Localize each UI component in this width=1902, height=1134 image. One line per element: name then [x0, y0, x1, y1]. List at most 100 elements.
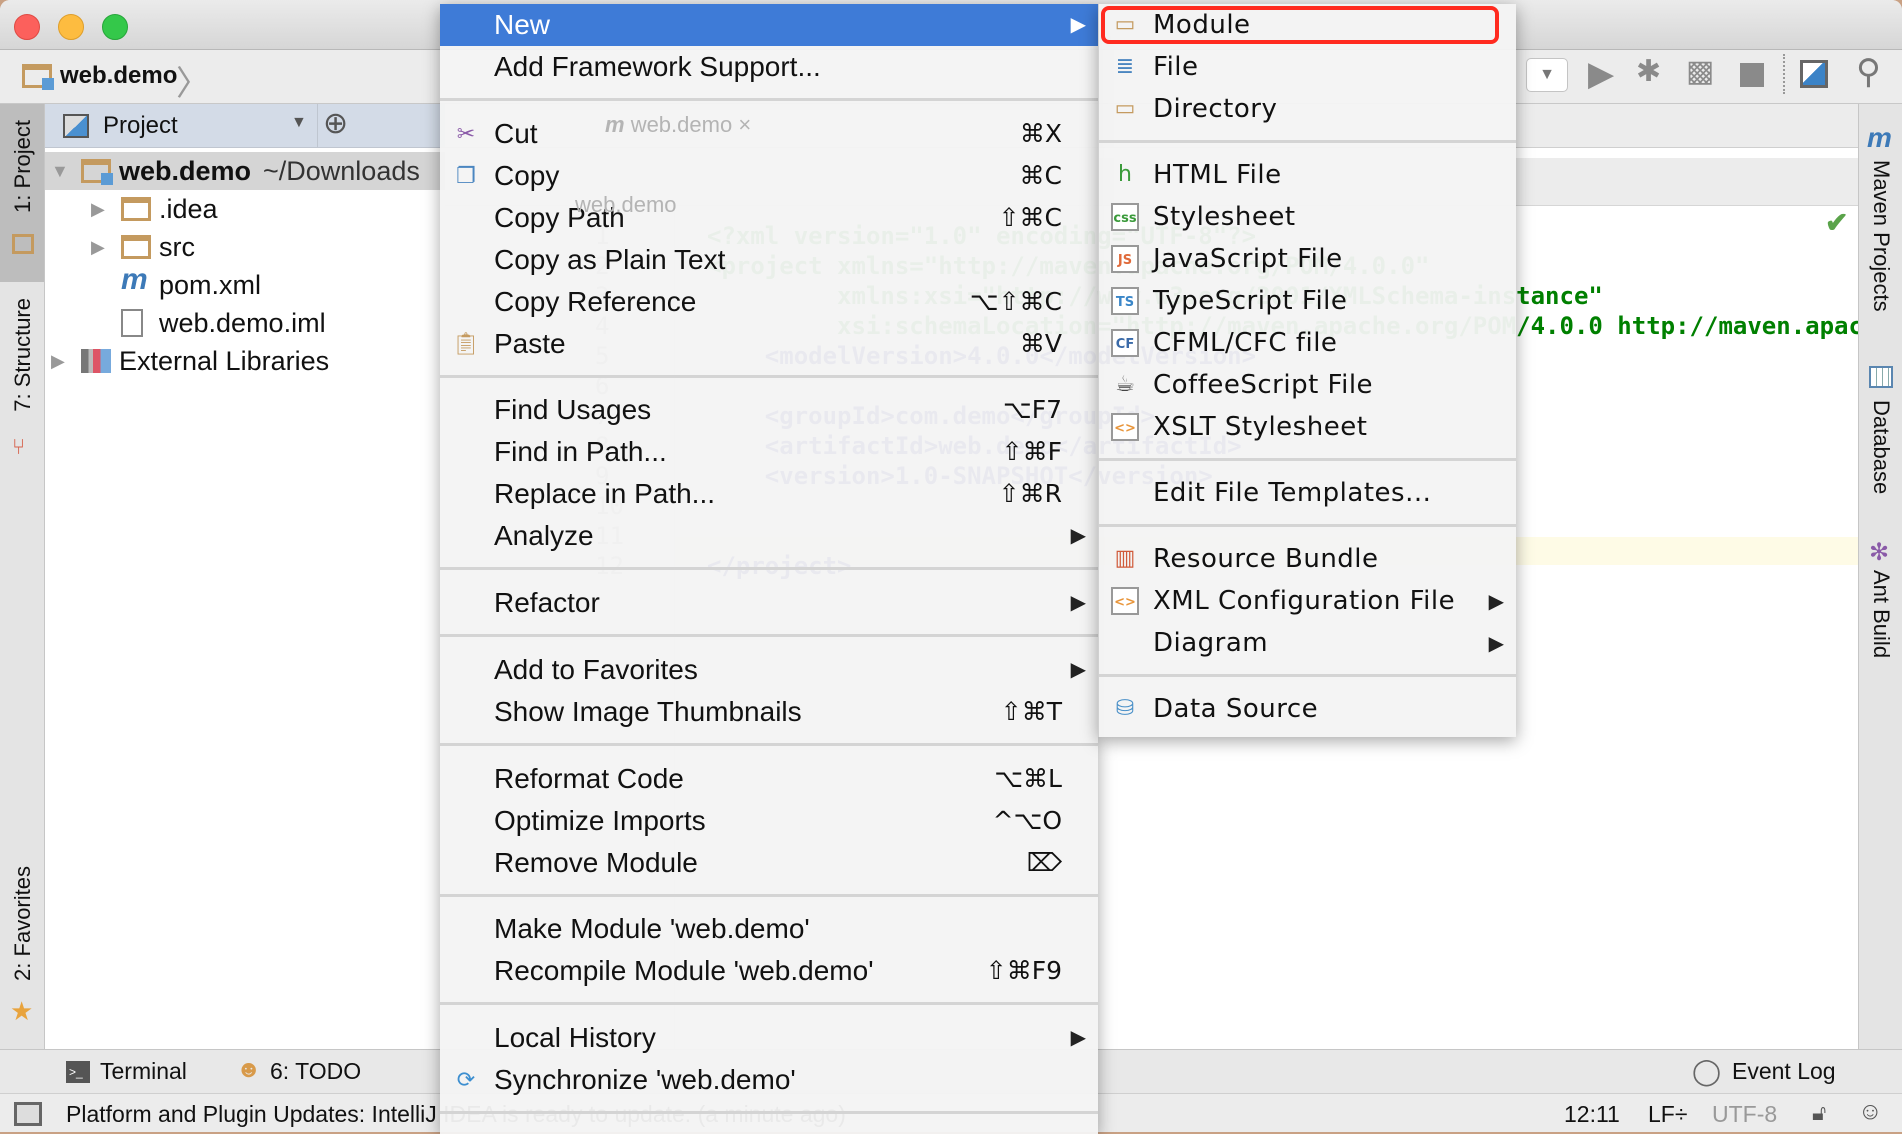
maven-projects-tool-button[interactable]: Maven Projects: [1868, 160, 1894, 312]
tool-windows-toggle-icon[interactable]: [14, 1102, 42, 1126]
menu-item-label: Resource Bundle: [1153, 544, 1379, 574]
menu-item-refactor[interactable]: Refactor ▶: [440, 582, 1098, 624]
run-icon[interactable]: ▶: [1588, 54, 1614, 94]
menu-item-paste[interactable]: 📋︎ Paste ⌘V: [440, 323, 1098, 365]
expanded-arrow-icon[interactable]: ▼: [51, 152, 69, 190]
tree-row-external-libraries[interactable]: ▶ External Libraries: [45, 342, 445, 380]
menu-item-label: JavaScript File: [1153, 244, 1343, 274]
context-menu: New ▶ Add Framework Support... ✂ Cut ⌘X ❐ Copy ⌘…: [440, 4, 1098, 1134]
menu-item-edit-file-templates[interactable]: Edit File Templates...: [1099, 472, 1516, 514]
menu-item-analyze[interactable]: Analyze ▶: [440, 515, 1098, 557]
xml-icon: <>: [1111, 587, 1139, 615]
todo-tool-button[interactable]: 6: TODO: [270, 1058, 361, 1085]
html-icon: h: [1118, 162, 1132, 187]
menu-item-remove-module[interactable]: Remove Module ⌦: [440, 842, 1098, 884]
event-log-tool-button[interactable]: Event Log: [1732, 1058, 1836, 1085]
maven-file-icon: m: [121, 263, 148, 296]
debug-icon[interactable]: ✱: [1636, 54, 1661, 89]
stop-icon[interactable]: [1740, 63, 1764, 87]
menu-item-copy[interactable]: ❐ Copy ⌘C: [440, 155, 1098, 197]
menu-item-recompile-module-web-demo[interactable]: Recompile Module 'web.demo' ⇧⌘F9: [440, 950, 1098, 992]
caret-position[interactable]: 12:11: [1564, 1101, 1620, 1128]
menu-separator: [440, 567, 1098, 571]
menu-item-new[interactable]: New ▶: [440, 4, 1098, 46]
close-window-button[interactable]: [14, 14, 40, 40]
coverage-icon[interactable]: ▩: [1686, 54, 1714, 89]
project-view-selector[interactable]: Project: [103, 112, 178, 140]
maven-file-icon: m: [605, 112, 625, 137]
tree-row-src[interactable]: ▶ src: [45, 228, 445, 266]
tree-row-pom-xml[interactable]: m pom.xml: [45, 263, 445, 304]
favorites-tool-button[interactable]: 2: Favorites: [10, 866, 36, 981]
menu-item-find-in-path[interactable]: Find in Path... ⇧⌘F: [440, 431, 1098, 473]
line-separator-selector[interactable]: LF÷: [1648, 1101, 1687, 1128]
editor-breadcrumb[interactable]: web.demo: [575, 192, 1902, 218]
menu-item-file[interactable]: ≣ File: [1099, 46, 1516, 88]
tree-path-suffix: ~/Downloads: [263, 156, 420, 186]
menu-item-optimize-imports[interactable]: Optimize Imports ^⌥O: [440, 800, 1098, 842]
tree-row-web-demo[interactable]: ▼ web.demo ~/Downloads: [45, 152, 445, 190]
menu-item-data-source[interactable]: ⛁ Data Source: [1099, 688, 1516, 730]
structure-tool-button[interactable]: 7: Structure: [10, 298, 36, 412]
menu-item-label: Analyze: [494, 520, 594, 552]
menu-item-replace-in-path[interactable]: Replace in Path... ⇧⌘R: [440, 473, 1098, 515]
menu-item-label: TypeScript File: [1153, 286, 1348, 316]
menu-separator: [440, 742, 1098, 746]
menu-item-label: Recompile Module 'web.demo': [494, 955, 874, 987]
chevron-down-icon[interactable]: ▼: [291, 114, 307, 132]
menu-item-find-usages[interactable]: Find Usages ⌥F7: [440, 389, 1098, 431]
menu-item-typescript-file[interactable]: TS TypeScript File: [1099, 280, 1516, 322]
menu-item-html-file[interactable]: h HTML File: [1099, 154, 1516, 196]
menu-item-resource-bundle[interactable]: ▥ Resource Bundle: [1099, 538, 1516, 580]
menu-item-xml-configuration-file[interactable]: <> XML Configuration File ▶: [1099, 580, 1516, 622]
tree-row-web-demo-iml[interactable]: web.demo.iml: [45, 304, 445, 342]
menu-item-label: Show Image Thumbnails: [494, 695, 802, 727]
menu-item-copy-as-plain-text[interactable]: Copy as Plain Text: [440, 239, 1098, 281]
menu-item-label: Copy as Plain Text: [494, 243, 726, 275]
breadcrumb-web-demo[interactable]: web.demo: [60, 62, 177, 90]
menu-item-coffeescript-file[interactable]: ☕︎ CoffeeScript File: [1099, 364, 1516, 406]
scroll-from-source-icon[interactable]: ⊕: [323, 106, 348, 141]
inspector-icon[interactable]: ☺: [1858, 1098, 1883, 1126]
menu-item-diagram[interactable]: Diagram ▶: [1099, 622, 1516, 664]
menu-item-label: Refactor: [494, 587, 600, 619]
menu-item-label: File: [1153, 52, 1199, 82]
menu-item-label: CoffeeScript File: [1153, 370, 1374, 400]
run-config-dropdown[interactable]: ▼: [1526, 58, 1568, 92]
lock-icon[interactable]: 🔓︎: [1812, 1100, 1826, 1126]
menu-item-local-history[interactable]: Local History ▶: [440, 1017, 1098, 1059]
encoding-selector[interactable]: UTF-8: [1712, 1101, 1777, 1128]
ant-build-tool-button[interactable]: Ant Build: [1868, 570, 1894, 658]
project-view-icon: [63, 114, 89, 138]
collapsed-arrow-icon[interactable]: ▶: [91, 190, 105, 228]
editor-tab[interactable]: m web.demo ×: [605, 112, 1902, 138]
collapsed-arrow-icon[interactable]: ▶: [51, 342, 65, 380]
menu-item-synchronize-web-demo[interactable]: ⟳ Synchronize 'web.demo': [440, 1059, 1098, 1101]
menu-item-reformat-code[interactable]: Reformat Code ⌥⌘L: [440, 758, 1098, 800]
zoom-window-button[interactable]: [102, 14, 128, 40]
menu-item-copy-reference[interactable]: Copy Reference ⌥⇧⌘C: [440, 281, 1098, 323]
menu-item-shortcut: ⌥⌘L: [994, 763, 1062, 793]
menu-item-label: Diagram: [1153, 628, 1269, 658]
structure-icon: ⑂: [12, 434, 26, 459]
menu-item-add-to-favorites[interactable]: Add to Favorites ▶: [440, 649, 1098, 691]
tree-label: .idea: [159, 194, 218, 224]
collapsed-arrow-icon[interactable]: ▶: [91, 228, 105, 266]
minimize-window-button[interactable]: [58, 14, 84, 40]
tree-row-idea[interactable]: ▶ .idea: [45, 190, 445, 228]
menu-item-javascript-file[interactable]: JS JavaScript File: [1099, 238, 1516, 280]
project-tool-button[interactable]: 1: Project: [0, 104, 44, 282]
menu-item-xslt-stylesheet[interactable]: <> XSLT Stylesheet: [1099, 406, 1516, 448]
project-structure-icon[interactable]: [1800, 60, 1828, 88]
database-tool-button[interactable]: Database: [1868, 400, 1894, 494]
menu-item-show-image-thumbnails[interactable]: Show Image Thumbnails ⇧⌘T: [440, 691, 1098, 733]
menu-item-add-framework-support[interactable]: Add Framework Support...: [440, 46, 1098, 88]
close-tab-icon[interactable]: ×: [738, 112, 751, 137]
terminal-tool-button[interactable]: Terminal: [100, 1058, 187, 1085]
database-icon: [1869, 366, 1893, 388]
sync-icon: ⟳: [456, 1066, 476, 1092]
left-tool-strip: 1: Project 7: Structure ⑂ 2: Favorites ★: [0, 104, 45, 1049]
search-icon[interactable]: ⚲: [1856, 52, 1881, 92]
menu-item-make-module-web-demo[interactable]: Make Module 'web.demo': [440, 908, 1098, 950]
menu-item-cfml-cfc-file[interactable]: CF CFML/CFC file: [1099, 322, 1516, 364]
